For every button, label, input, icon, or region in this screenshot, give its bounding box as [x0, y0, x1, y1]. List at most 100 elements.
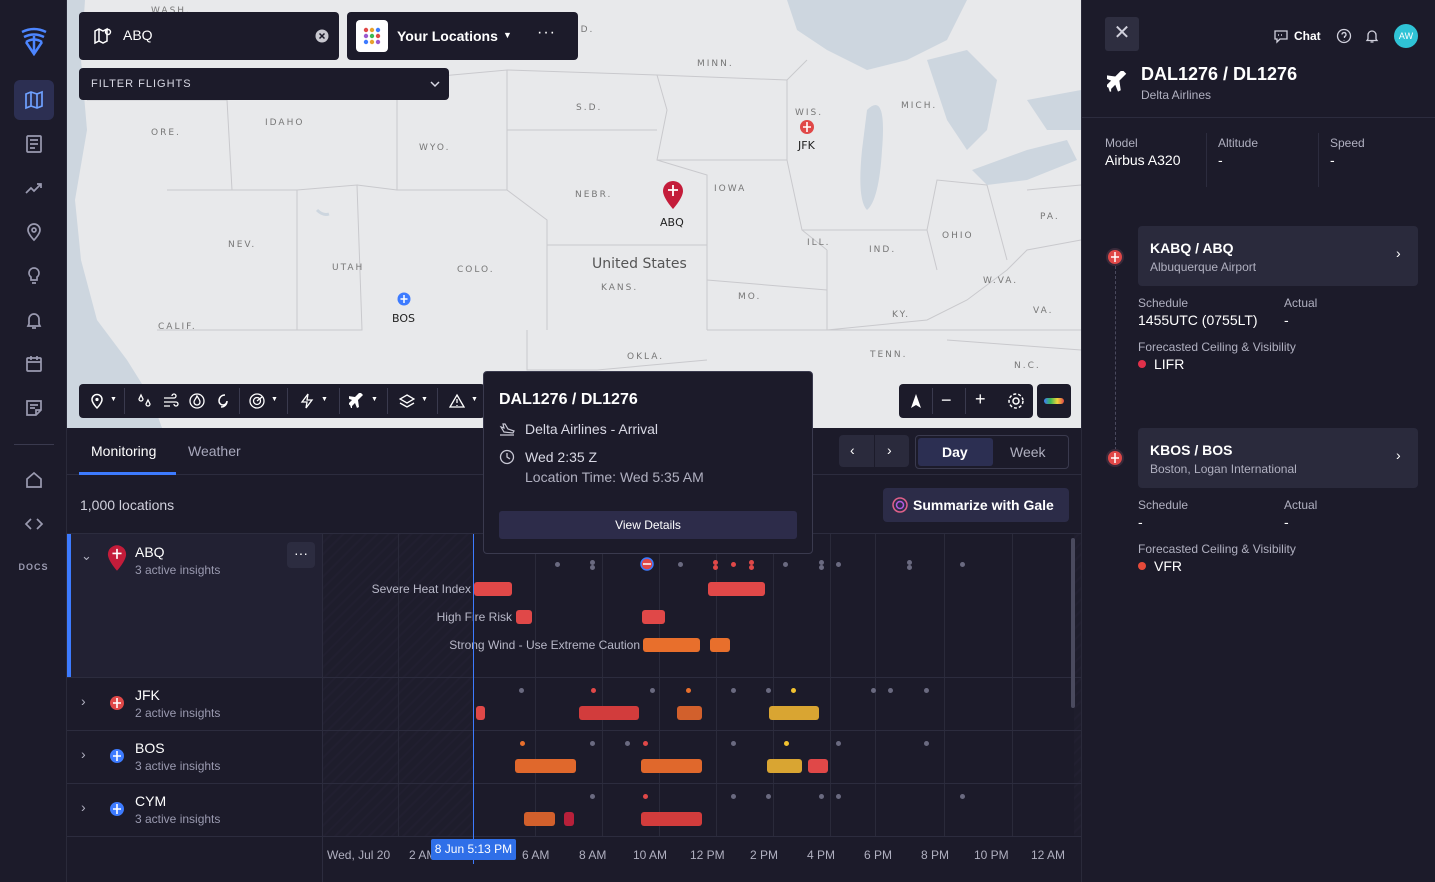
help-icon[interactable] — [1336, 28, 1352, 44]
scrollbar-thumb[interactable] — [1071, 538, 1075, 708]
vfr-status-dot — [1138, 562, 1146, 570]
layers-icon[interactable] — [399, 393, 415, 409]
chevron-down-icon[interactable]: ▼ — [421, 396, 428, 403]
expand-chevron-icon[interactable]: › — [81, 746, 86, 762]
location-row-cym[interactable]: › CYM 3 active insights — [67, 784, 1081, 837]
map-view[interactable]: WASH. N.D. MINN. S.D. ORE. IDAHO WYO. WI… — [67, 0, 1081, 428]
bos-marker-icon[interactable] — [397, 292, 411, 306]
view-details-button[interactable]: View Details — [499, 511, 797, 539]
insight-bar[interactable] — [643, 638, 700, 652]
location-row-jfk[interactable]: › JFK 2 active insights — [67, 678, 1081, 731]
bell-icon — [26, 313, 42, 329]
lightbulb-icon — [28, 267, 40, 284]
radar-icon[interactable] — [249, 393, 265, 409]
day-toggle[interactable]: Day — [942, 444, 968, 460]
insight-bar[interactable] — [767, 759, 802, 773]
collapse-chevron-icon[interactable]: ⌄ — [81, 548, 92, 564]
insight-bar[interactable] — [641, 759, 702, 773]
insight-bar[interactable] — [524, 812, 555, 826]
day-week-toggle: Day Week — [915, 435, 1069, 469]
nav-analytics[interactable] — [14, 168, 54, 208]
chevron-down-icon[interactable]: ▼ — [110, 396, 117, 403]
insight-bar[interactable] — [564, 812, 574, 826]
nav-notes[interactable] — [14, 388, 54, 428]
nav-calendar[interactable] — [14, 344, 54, 384]
fire-icon[interactable] — [189, 393, 205, 409]
insight-bar[interactable] — [677, 706, 702, 720]
nav-reports[interactable] — [14, 124, 54, 164]
week-toggle[interactable]: Week — [1010, 444, 1046, 460]
jfk-marker-icon[interactable] — [799, 119, 815, 135]
filter-flights-dropdown[interactable]: FILTER FLIGHTS — [79, 68, 449, 100]
nav-insights[interactable] — [14, 256, 54, 296]
document-icon — [26, 135, 42, 153]
search-input[interactable]: ABQ — [123, 27, 153, 43]
tab-weather[interactable]: Weather — [176, 428, 253, 475]
chevron-down-icon[interactable]: ▼ — [271, 396, 278, 403]
more-options-icon[interactable]: ··· — [537, 24, 556, 42]
insight-bar[interactable] — [579, 706, 639, 720]
chevron-down-icon[interactable]: ▼ — [321, 396, 328, 403]
summarize-button[interactable]: Summarize with Gale — [883, 488, 1069, 522]
color-scale-icon — [1044, 398, 1064, 404]
flight-event-icon[interactable] — [640, 557, 654, 571]
location-row-bos[interactable]: › BOS 3 active insights — [67, 731, 1081, 784]
timeline: ⌄ ABQ 3 active insights ··· Severe Heat … — [67, 534, 1081, 882]
hurricane-icon[interactable] — [215, 393, 231, 409]
zoom-in-button[interactable]: + — [975, 389, 986, 410]
insight-bar[interactable] — [642, 610, 665, 624]
lightning-icon[interactable] — [299, 393, 315, 409]
precipitation-icon[interactable] — [137, 393, 153, 409]
insight-bar[interactable] — [476, 706, 485, 720]
dest-forecast: VFR — [1154, 558, 1182, 574]
zoom-out-button[interactable]: − — [941, 390, 952, 411]
insight-bar[interactable] — [515, 759, 576, 773]
insight-bar[interactable] — [516, 610, 532, 624]
warning-icon[interactable] — [449, 393, 465, 409]
insight-bar[interactable] — [474, 582, 512, 596]
airplane-icon[interactable] — [349, 393, 365, 409]
chevron-down-icon[interactable]: ▼ — [371, 396, 378, 403]
insight-bar[interactable] — [641, 812, 702, 826]
nav-alerts[interactable] — [14, 300, 54, 340]
destination-airport-card[interactable]: KBOS / BOS Boston, Logan International › — [1138, 428, 1418, 488]
wind-icon[interactable] — [163, 393, 179, 409]
row-more-options-icon[interactable]: ··· — [287, 542, 315, 568]
nav-docs[interactable]: DOCS — [0, 562, 67, 572]
chevron-down-icon[interactable]: ▼ — [471, 396, 478, 403]
nav-home[interactable] — [14, 460, 54, 500]
map-legend-button[interactable] — [1037, 384, 1071, 418]
insight-bar[interactable] — [769, 706, 819, 720]
chat-button[interactable]: Chat — [1294, 29, 1321, 43]
nav-api[interactable] — [14, 504, 54, 544]
insight-bar[interactable] — [708, 582, 765, 596]
calendar-icon — [26, 356, 42, 372]
compass-icon[interactable] — [907, 392, 925, 410]
bos-marker-icon — [110, 749, 124, 763]
model-value: Airbus A320 — [1105, 152, 1181, 168]
expand-chevron-icon[interactable]: › — [81, 799, 86, 815]
bell-icon[interactable] — [1364, 28, 1380, 44]
expand-chevron-icon[interactable]: › — [81, 693, 86, 709]
nav-map[interactable] — [14, 80, 54, 120]
avatar[interactable]: AW — [1394, 24, 1418, 48]
clear-search-icon[interactable] — [315, 29, 329, 43]
chevron-down-icon[interactable]: ▼ — [503, 30, 512, 40]
insight-bar[interactable] — [808, 759, 828, 773]
next-arrow-icon[interactable]: › — [887, 442, 892, 458]
locations-selector[interactable]: Your Locations ▼ ··· — [347, 12, 578, 60]
close-icon[interactable]: ✕ — [1105, 17, 1139, 51]
prev-arrow-icon[interactable]: ‹ — [850, 442, 855, 458]
tab-monitoring[interactable]: Monitoring — [79, 428, 168, 475]
origin-airport-card[interactable]: KABQ / ABQ Albuquerque Airport › — [1138, 226, 1418, 286]
nav-divider — [14, 444, 54, 445]
location-row-abq[interactable]: ⌄ ABQ 3 active insights ··· Severe Heat … — [67, 534, 1081, 678]
nav-locations[interactable] — [14, 212, 54, 252]
abq-marker-icon[interactable] — [662, 180, 684, 210]
jfk-marker-label: JFK — [798, 139, 815, 152]
insight-bar[interactable] — [710, 638, 730, 652]
location-pin-icon[interactable] — [89, 393, 105, 409]
map-settings-button[interactable] — [999, 384, 1033, 418]
country-label: United States — [592, 256, 687, 272]
search-box[interactable]: ABQ — [79, 12, 339, 60]
